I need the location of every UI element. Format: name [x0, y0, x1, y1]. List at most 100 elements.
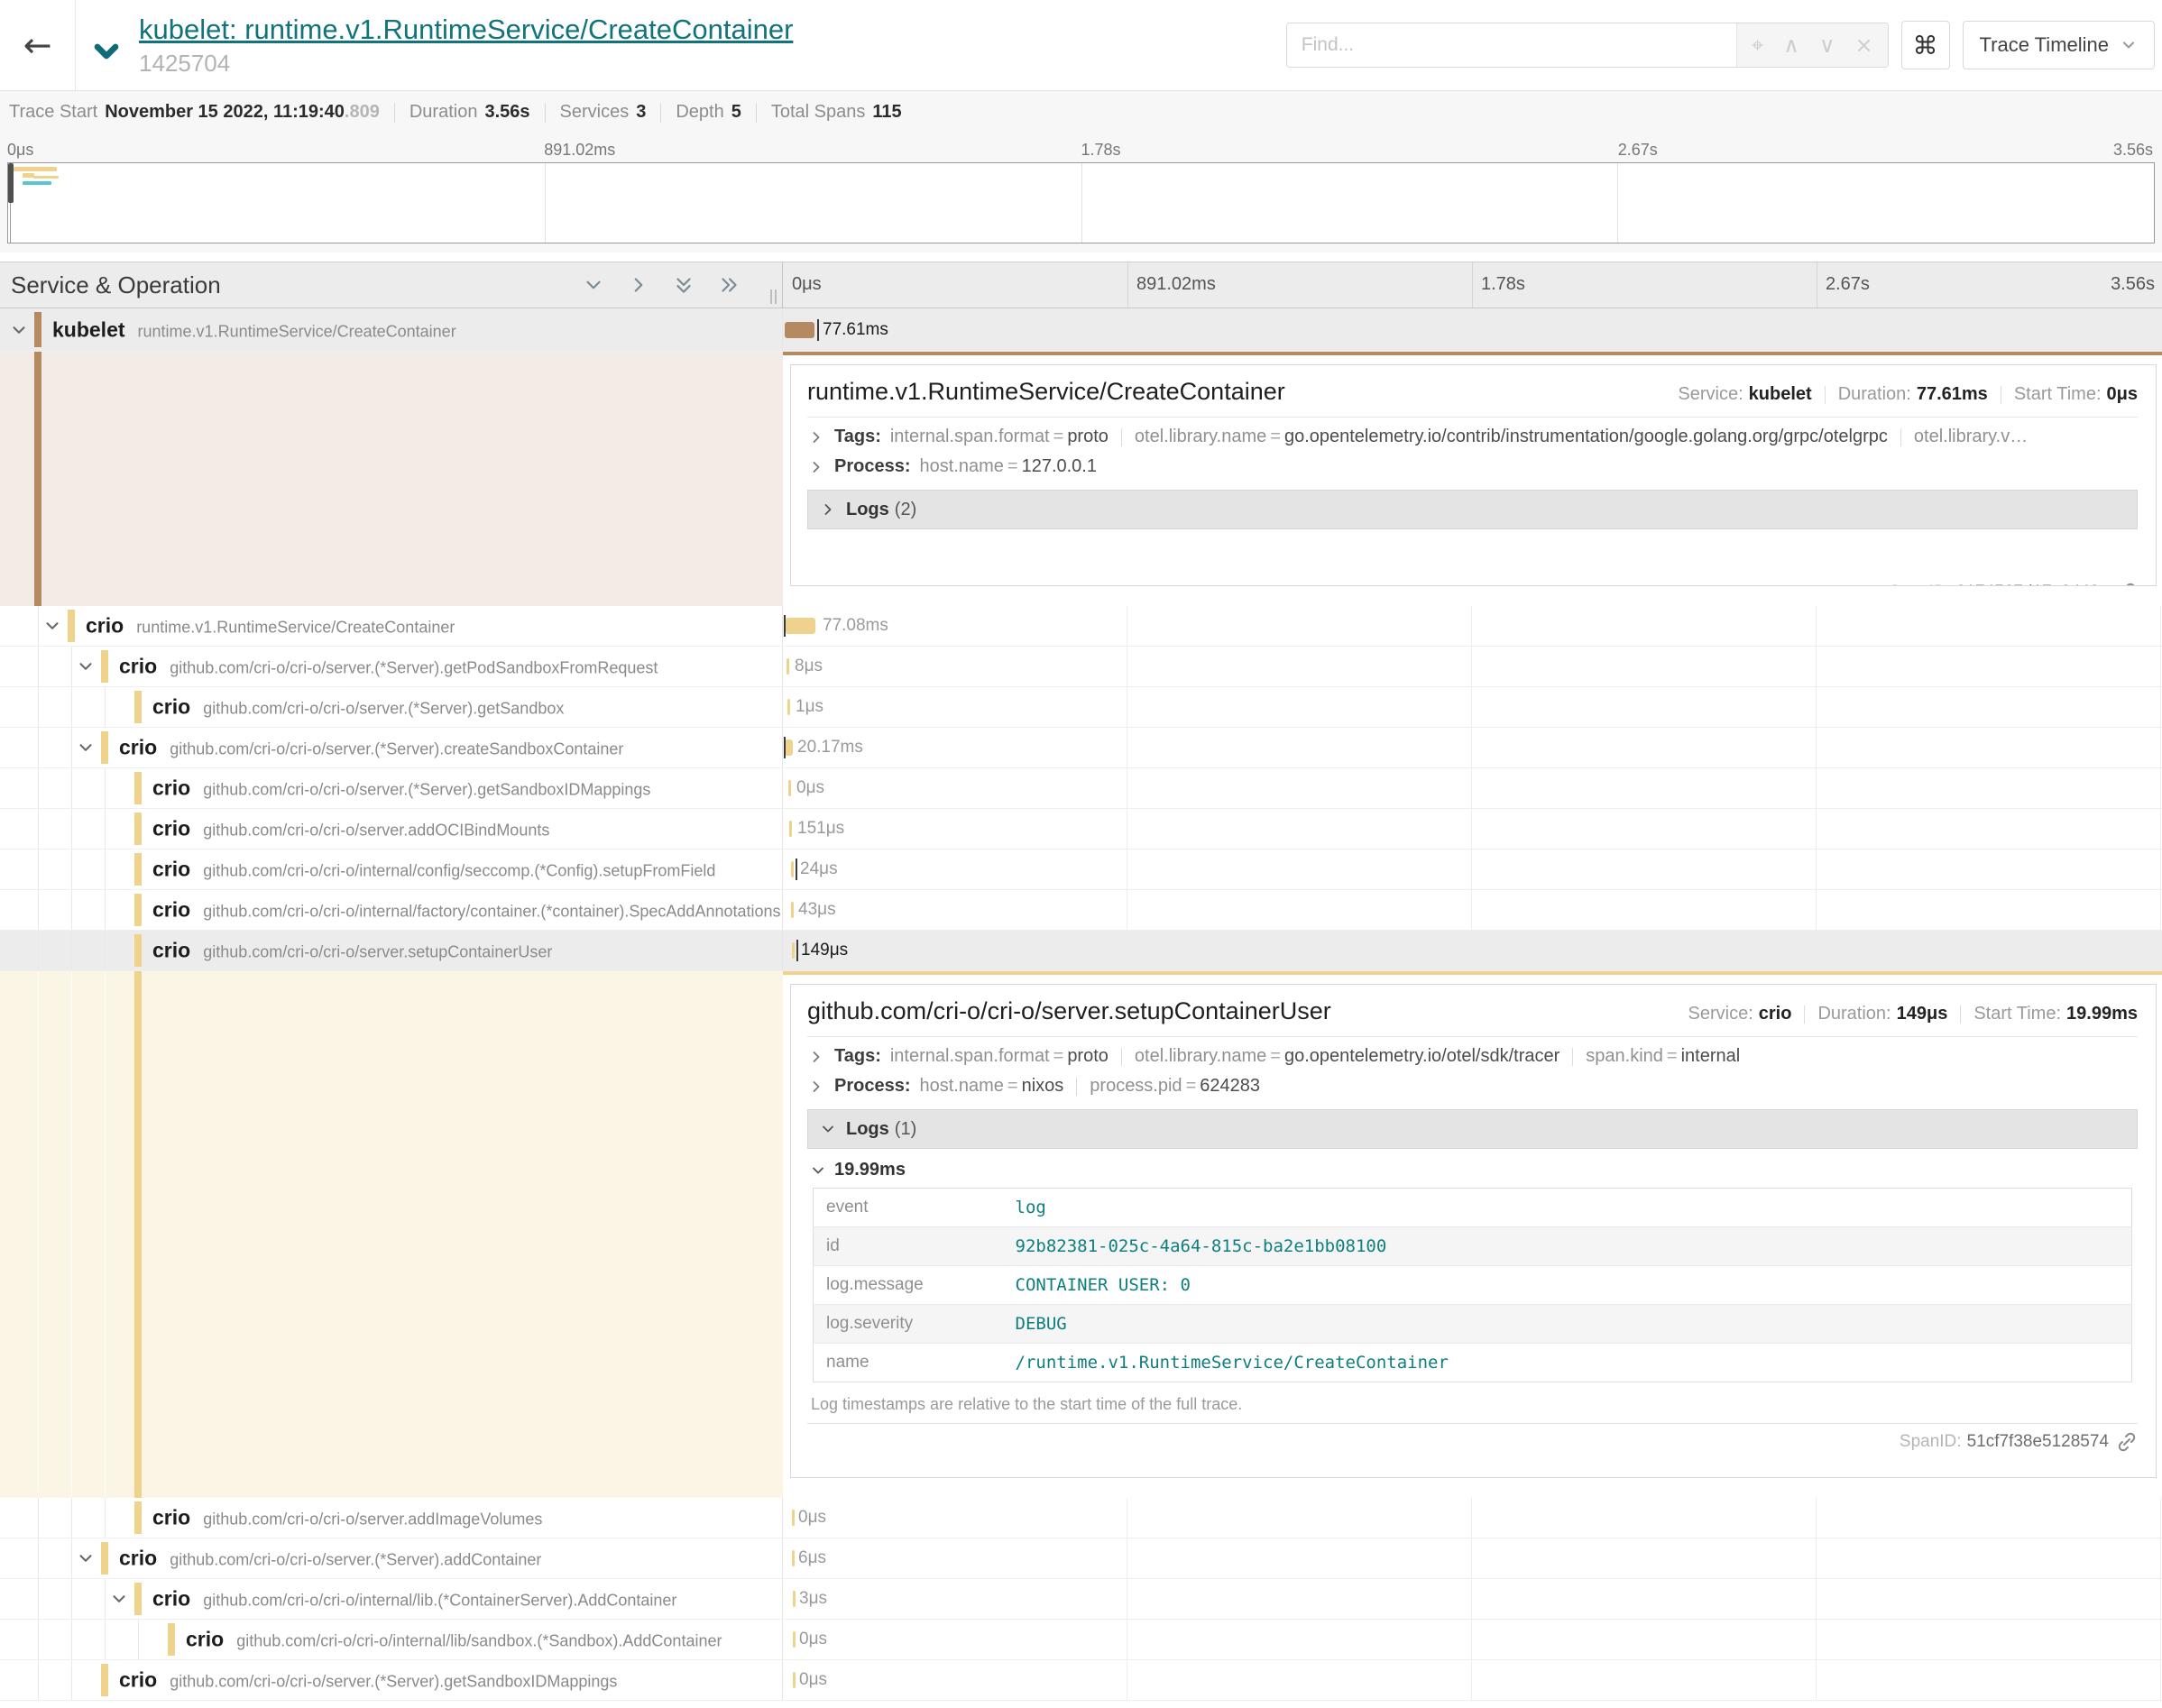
locate-icon[interactable]: ⌖ [1752, 34, 1764, 56]
clear-search-icon[interactable]: × [1854, 34, 1872, 56]
span-timeline-cell: 8μs [783, 647, 2162, 686]
find-input[interactable] [1287, 23, 1736, 67]
timeline-gridline [2160, 849, 2161, 889]
divider [1121, 1048, 1122, 1066]
expand-chevron-icon[interactable] [109, 1589, 129, 1609]
span-bar[interactable] [787, 699, 790, 715]
span-row[interactable]: criogithub.com/cri-o/cri-o/server.(*Serv… [0, 1660, 2162, 1701]
minimap-span-bar [14, 167, 57, 171]
span-duration-label: 0μs [799, 1630, 827, 1649]
span-row[interactable]: criogithub.com/cri-o/cri-o/server.(*Serv… [0, 768, 2162, 809]
span-bar[interactable] [785, 322, 814, 338]
span-bar[interactable] [787, 658, 789, 675]
divider [545, 103, 546, 123]
span-row[interactable]: criogithub.com/cri-o/cri-o/server.(*Serv… [0, 1538, 2162, 1579]
span-bar[interactable] [792, 1510, 795, 1526]
operation-name: github.com/cri-o/cri-o/internal/factory/… [203, 903, 780, 921]
collapse-all-icon[interactable] [672, 273, 695, 297]
span-bar[interactable] [786, 618, 815, 634]
span-bar[interactable] [791, 861, 794, 877]
expand-chevron-icon[interactable] [9, 320, 29, 340]
tags-accordion[interactable]: Tags:internal.span.format=protootel.libr… [807, 427, 2138, 447]
span-row[interactable]: criogithub.com/cri-o/cri-o/server.(*Serv… [0, 647, 2162, 687]
tags-accordion[interactable]: Tags:internal.span.format=protootel.libr… [807, 1046, 2138, 1067]
minimap-gridline [1081, 163, 1082, 243]
span-bar[interactable] [788, 780, 791, 796]
expand-chevron-icon[interactable] [76, 738, 96, 758]
back-button[interactable]: ← [0, 0, 76, 90]
process-accordion[interactable]: Process:host.name=127.0.0.1 [807, 456, 2138, 477]
span-bar[interactable] [793, 1591, 796, 1607]
span-row[interactable]: criogithub.com/cri-o/cri-o/server.(*Serv… [0, 687, 2162, 728]
next-match-icon[interactable]: ∨ [1819, 34, 1835, 56]
span-bar[interactable] [791, 902, 794, 918]
process-accordion[interactable]: Process:host.name=nixosprocess.pid=62428… [807, 1076, 2138, 1097]
prev-match-icon[interactable]: ∧ [1783, 34, 1799, 56]
span-bar[interactable] [792, 942, 795, 959]
log-field-row: eventlog [814, 1189, 2132, 1227]
top-bar: ← kubelet: runtime.v1.RuntimeService/Cre… [0, 0, 2162, 90]
logs-accordion[interactable]: Logs(1) [807, 1109, 2138, 1149]
span-row[interactable]: crioruntime.v1.RuntimeService/CreateCont… [0, 606, 2162, 647]
span-row[interactable]: criogithub.com/cri-o/cri-o/server.setupC… [0, 931, 2162, 971]
span-bar[interactable] [793, 1672, 796, 1688]
span-name-column: criogithub.com/cri-o/cri-o/internal/lib.… [0, 1579, 783, 1619]
log-field-value: 92b82381-025c-4a64-815c-ba2e1bb08100 [1003, 1227, 2132, 1266]
span-timeline-cell: 0μs [783, 1498, 2162, 1538]
span-duration-label: 6μs [798, 1548, 826, 1568]
span-row[interactable]: kubeletruntime.v1.RuntimeService/CreateC… [0, 308, 2162, 352]
collapse-one-icon[interactable] [582, 273, 605, 297]
span-timeline-cell: 149μs [783, 931, 2162, 970]
depth-value: 5 [731, 102, 741, 123]
span-row[interactable]: criogithub.com/cri-o/cri-o/internal/lib/… [0, 1620, 2162, 1660]
top-controls: ⌖ ∧ ∨ × ⌘ Trace Timeline [1286, 0, 2155, 90]
view-options-dropdown[interactable]: Trace Timeline [1963, 21, 2155, 69]
timeline-gridline [1471, 809, 1472, 849]
span-row[interactable]: criogithub.com/cri-o/cri-o/internal/fact… [0, 890, 2162, 931]
expand-chevron-icon[interactable] [76, 657, 96, 676]
indent-guide [38, 1579, 39, 1619]
indent-guide [38, 1620, 39, 1659]
minimap-canvas[interactable] [7, 162, 2155, 243]
overview-value: 0μs [2107, 384, 2138, 405]
span-row[interactable]: criogithub.com/cri-o/cri-o/server.addIma… [0, 1498, 2162, 1538]
span-row[interactable]: criogithub.com/cri-o/cri-o/internal/conf… [0, 849, 2162, 890]
span-timeline-cell: 24μs [783, 849, 2162, 889]
timeline-gridline [2160, 1660, 2161, 1700]
trace-start-label: Trace Start [9, 102, 97, 123]
log-entry-header[interactable]: 19.99ms [809, 1160, 2138, 1180]
logs-accordion[interactable]: Logs(2) [807, 490, 2138, 529]
column-resize-grip[interactable] [770, 289, 777, 304]
expand-all-icon[interactable] [717, 273, 741, 297]
span-bar[interactable] [789, 821, 792, 837]
ruler-tick-label: 891.02ms [1136, 274, 1216, 295]
tag-value: internal [1681, 1046, 1741, 1066]
span-name-column: criogithub.com/cri-o/cri-o/internal/conf… [0, 849, 783, 889]
detail-footer: SpanID:51cf7f38e5128574 [807, 1423, 2138, 1453]
minimap-scrubber-handle[interactable] [8, 163, 14, 203]
expand-chevron-icon[interactable] [76, 1548, 96, 1568]
spanid-value: 0174567d17a0448e [1956, 583, 2109, 586]
span-bar[interactable] [785, 739, 793, 756]
trace-collapse-chevron-icon[interactable] [88, 33, 124, 69]
trace-title-link[interactable]: kubelet: runtime.v1.RuntimeService/Creat… [139, 14, 793, 46]
timeline-gridline [2160, 647, 2161, 686]
span-row[interactable]: criogithub.com/cri-o/cri-o/internal/lib.… [0, 1579, 2162, 1620]
service-color-bar [134, 772, 142, 804]
keyboard-shortcuts-button[interactable]: ⌘ [1901, 21, 1950, 69]
span-bar[interactable] [792, 1550, 795, 1566]
indent-guide [71, 971, 72, 1498]
copy-link-icon[interactable] [2116, 582, 2138, 586]
indent-guide [105, 768, 106, 808]
indent-guide [71, 931, 72, 970]
span-bar[interactable] [793, 1631, 796, 1648]
expand-one-icon[interactable] [627, 273, 650, 297]
detail-overview: Service:kubeletDuration:77.61msStart Tim… [1678, 384, 2138, 405]
span-row[interactable]: criogithub.com/cri-o/cri-o/server.addOCI… [0, 809, 2162, 849]
minimap-gridline [1617, 163, 1618, 243]
span-name-column: kubeletruntime.v1.RuntimeService/CreateC… [0, 308, 783, 351]
timeline-gridline [1471, 606, 1472, 646]
copy-link-icon[interactable] [2116, 1431, 2138, 1453]
span-row[interactable]: criogithub.com/cri-o/cri-o/server.(*Serv… [0, 728, 2162, 768]
expand-chevron-icon[interactable] [42, 616, 62, 636]
